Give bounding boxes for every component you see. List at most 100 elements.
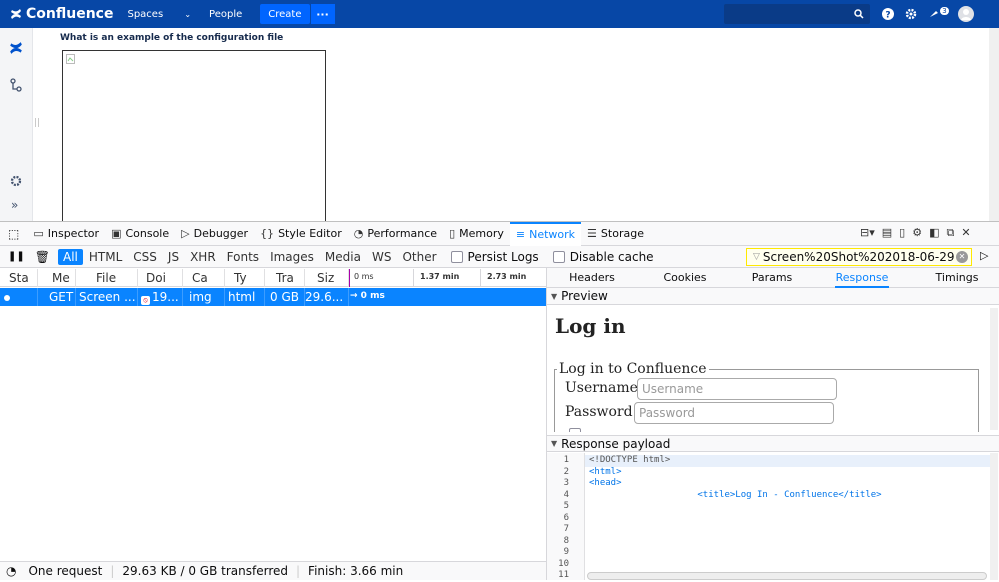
table-row[interactable]: GET Screen ... ⦸ 19... img html 0 GB 29.6… [0, 288, 546, 306]
filter-icon: ▽ [753, 252, 760, 262]
confluence-sidebar-logo-icon[interactable] [9, 41, 23, 55]
tab-cookies[interactable]: Cookies [660, 268, 710, 288]
tab-performance[interactable]: ◔ Performance [348, 222, 443, 246]
filter-images[interactable]: Images [265, 249, 319, 265]
filter-xhr[interactable]: XHR [185, 249, 221, 265]
col-domain[interactable]: Doi [138, 269, 183, 287]
filter-fonts[interactable]: Fonts [222, 249, 264, 265]
request-domain-value: 19... [152, 290, 179, 304]
settings-gear-icon[interactable] [903, 6, 919, 22]
request-details-panel: Headers Cookies Params Response Timings … [546, 268, 999, 580]
request-method: GET [38, 288, 76, 306]
tab-debugger-label: Debugger [193, 227, 249, 240]
preview-scrollbar[interactable] [990, 308, 998, 430]
request-timing: → 0 ms [350, 291, 385, 301]
notifications-icon[interactable]: 3 [929, 6, 949, 22]
filter-media[interactable]: Media [320, 249, 366, 265]
tab-timings[interactable]: Timings [932, 268, 982, 288]
request-table-header: Sta Me File Doi Ca Ty Tra Siz 0 ms 1.37 … [0, 269, 546, 287]
dock-side-icon[interactable]: ◧ [929, 226, 939, 240]
password-label: Password [565, 404, 633, 420]
performance-analysis-icon[interactable]: ◔ [6, 564, 16, 578]
more-create-button[interactable]: ··· [310, 4, 335, 24]
devtools-settings-icon[interactable]: ⚙ [912, 226, 922, 240]
persist-logs-toggle[interactable]: Persist Logs [450, 250, 539, 264]
tab-style-editor[interactable]: {} Style Editor [254, 222, 348, 246]
console-icon: ▣ [111, 227, 122, 240]
url-filter-input[interactable]: ▽ Screen%20Shot%202018-06-29 ✕ [746, 248, 972, 266]
col-type[interactable]: Ty [225, 269, 265, 287]
disable-cache-toggle[interactable]: Disable cache [552, 250, 654, 264]
col-file[interactable]: File [76, 269, 138, 287]
col-status[interactable]: Sta [0, 269, 38, 287]
collapse-triangle-icon: ▼ [551, 291, 558, 301]
clear-filter-icon[interactable]: ✕ [956, 251, 968, 263]
line-number: 1 [563, 455, 569, 465]
tab-debugger[interactable]: ▷ Debugger [175, 222, 254, 246]
line-number: 7 [563, 524, 569, 534]
username-field[interactable]: Username [637, 378, 837, 400]
preview-section-header[interactable]: ▼ Preview [547, 288, 999, 305]
confluence-logo[interactable]: Confluence [10, 6, 113, 22]
nav-people[interactable]: People [209, 9, 242, 20]
responsive-design-icon[interactable]: ▯ [899, 226, 905, 240]
tab-performance-label: Performance [367, 227, 438, 240]
tab-response[interactable]: Response [835, 268, 889, 288]
filter-other[interactable]: Other [397, 249, 441, 265]
nav-spaces[interactable]: Spaces ⌄ [127, 9, 191, 20]
col-method[interactable]: Me [38, 269, 76, 287]
page-scrollbar[interactable] [989, 28, 999, 221]
tab-inspector-label: Inspector [47, 227, 100, 240]
undock-icon[interactable]: ⧉ [947, 226, 955, 240]
line-number: 9 [563, 547, 569, 557]
avatar[interactable] [958, 6, 974, 22]
frame-select-icon[interactable]: ⊟▾ [860, 226, 875, 240]
filter-html[interactable]: HTML [84, 249, 127, 265]
persist-logs-checkbox[interactable] [450, 250, 463, 263]
tab-storage[interactable]: ☰ Storage [581, 222, 650, 246]
pick-element-icon[interactable]: ⬚ [0, 222, 27, 246]
space-settings-icon[interactable] [10, 175, 22, 187]
disable-cache-checkbox[interactable] [552, 250, 565, 263]
filter-all[interactable]: All [58, 248, 83, 265]
tab-network[interactable]: ≡ Network [509, 221, 582, 246]
chevron-down-icon: ⌄ [184, 9, 192, 19]
preview-heading: Log in [555, 314, 626, 338]
payload-vertical-scrollbar[interactable] [990, 453, 998, 580]
debugger-icon: ▷ [181, 227, 190, 240]
col-cause[interactable]: Ca [183, 269, 225, 287]
col-transferred[interactable]: Tra [265, 269, 305, 287]
network-icon: ≡ [515, 228, 526, 241]
remember-checkbox[interactable] [569, 428, 581, 432]
help-icon[interactable]: ? [880, 6, 896, 22]
filter-ws[interactable]: WS [367, 249, 396, 265]
tab-params[interactable]: Params [747, 268, 797, 288]
response-payload-editor[interactable]: 1 2 3 4 5 6 7 8 9 10 11 <!DOCTYPE html> <html> <head… [547, 453, 999, 580]
timeline-tick-2: 2.73 min [487, 272, 527, 281]
tab-headers[interactable]: Headers [567, 268, 617, 288]
password-field[interactable]: Password [634, 402, 834, 424]
payload-section-header[interactable]: ▼ Response payload [547, 435, 999, 452]
pause-icon[interactable]: ❚❚ [8, 251, 25, 262]
tab-inspector[interactable]: ▭ Inspector [27, 222, 105, 246]
close-icon[interactable]: ✕ [961, 226, 970, 240]
code-line: <title>Log In - Confluence</title> [589, 489, 882, 500]
filter-js[interactable]: JS [163, 249, 184, 265]
line-number: 11 [558, 570, 569, 580]
create-button[interactable]: Create [260, 4, 310, 24]
payload-label: Response payload [561, 436, 671, 451]
clear-trash-icon[interactable]: 🗑 [35, 250, 50, 264]
col-size[interactable]: Siz [305, 269, 349, 287]
tab-console[interactable]: ▣ Console [105, 222, 175, 246]
sidebar-resize-handle[interactable]: || [34, 118, 40, 128]
filter-css[interactable]: CSS [128, 249, 162, 265]
search-input[interactable] [724, 4, 870, 24]
toggle-panel-icon[interactable]: ▷ [980, 249, 988, 262]
line-number: 10 [558, 558, 569, 569]
request-type: html [225, 288, 265, 306]
tab-memory[interactable]: ▯ Memory [443, 222, 510, 246]
line-number: 5 [563, 501, 569, 511]
toggle-split-console-icon[interactable]: ▤ [882, 226, 892, 240]
page-tree-icon[interactable] [10, 78, 22, 92]
expand-sidebar-icon[interactable]: » [11, 198, 18, 212]
